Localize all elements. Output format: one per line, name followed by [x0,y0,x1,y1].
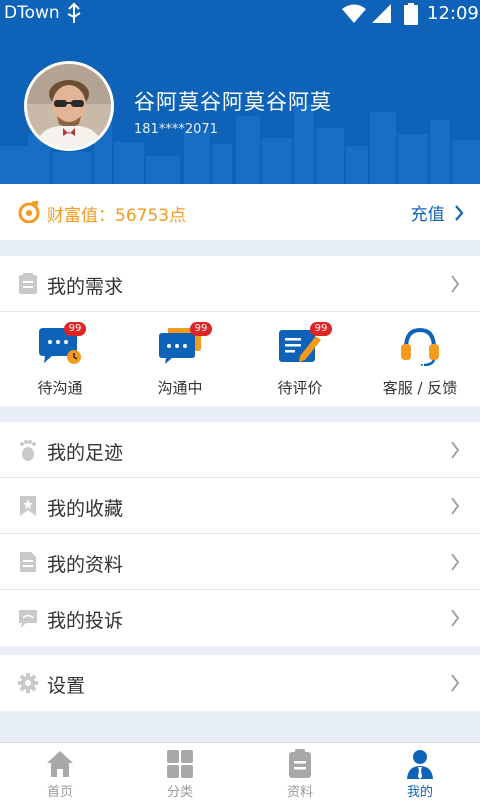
needs-grid: 99 待沟通 99 沟通中 99 待评价 客服 / 反馈 [0,312,480,406]
needs-item-pending[interactable]: 99 待沟通 [0,312,120,406]
home-icon [47,751,73,777]
chevron-right-icon [451,441,460,459]
needs-item-label: 待沟通 [37,379,83,397]
needs-item-communicating[interactable]: 99 沟通中 [120,312,240,406]
avatar-photo [27,64,111,148]
menu-item-label: 我的投诉 [47,610,124,632]
person-icon [407,750,433,779]
chevron-right-icon [451,609,460,627]
profile-header: DTown 12:09 谷阿莫谷阿莫谷阿莫 181****2071 [0,0,480,184]
chevron-right-icon [451,553,460,571]
menu-item-footprint[interactable]: 我的足迹 [0,422,480,478]
needs-item-review[interactable]: 99 待评价 [240,312,360,406]
tab-label: 我的 [406,785,433,800]
wealth-value: 财富值：56753点 [47,206,187,226]
needs-item-service[interactable]: 客服 / 反馈 [360,312,480,406]
tab-label: 首页 [46,785,73,800]
recharge-label: 充值 [410,205,445,225]
wealth-coin-icon [18,201,40,223]
clipboard-icon [289,749,311,778]
clock: 12:09 [427,3,479,24]
battery-icon [404,3,418,25]
needs-item-label: 沟通中 [157,379,203,397]
headset-icon [401,327,439,366]
tab-category[interactable]: 分类 [120,743,240,800]
tab-label: 资料 [286,785,313,800]
grid-icon [167,750,193,778]
settings-label: 设置 [47,675,86,697]
menu-item-favorites[interactable]: 我的收藏 [0,478,480,534]
user-phone: 181****2071 [134,122,218,137]
menu-item-complaint[interactable]: 我的投诉 [0,590,480,646]
communicating-badge: 99 [190,322,212,336]
status-bar: DTown 12:09 [0,0,480,28]
tab-mine[interactable]: 我的 [360,743,480,800]
chevron-right-icon [455,204,464,221]
pending-badge: 99 [64,322,86,336]
review-badge: 99 [310,322,332,336]
menu-item-label: 我的资料 [47,554,124,576]
complaint-icon [19,610,37,628]
settings-row[interactable]: 设置 [0,655,480,711]
menu-item-label: 我的收藏 [47,498,124,520]
gear-icon [18,673,38,693]
chevron-right-icon [451,497,460,515]
needs-clipboard-icon [19,273,37,294]
bottom-navigation: 首页 分类 资料 我的 [0,742,480,800]
avatar[interactable] [24,61,114,151]
my-needs-title: 我的需求 [47,276,124,298]
needs-item-label: 待评价 [277,379,323,397]
signal-icon [372,4,391,23]
tab-label: 分类 [166,785,193,800]
user-name: 谷阿莫谷阿莫谷阿莫 [134,90,332,114]
carrier-label: DTown [4,3,60,23]
wifi-icon [342,4,366,23]
needs-item-label: 客服 / 反馈 [382,379,458,397]
wealth-row: 财富值：56753点 充值 [0,184,480,240]
footprint-icon [20,440,36,461]
usb-icon [67,2,81,23]
bookmark-icon [20,496,36,516]
chevron-right-icon [451,674,460,692]
my-needs-row[interactable]: 我的需求 [0,256,480,312]
document-icon [20,552,36,572]
chevron-right-icon [451,275,460,293]
tab-home[interactable]: 首页 [0,743,120,800]
menu-item-profile-data[interactable]: 我的资料 [0,534,480,590]
menu-item-label: 我的足迹 [47,442,124,464]
recharge-button[interactable]: 充值 [411,200,464,225]
tab-materials[interactable]: 资料 [240,743,360,800]
